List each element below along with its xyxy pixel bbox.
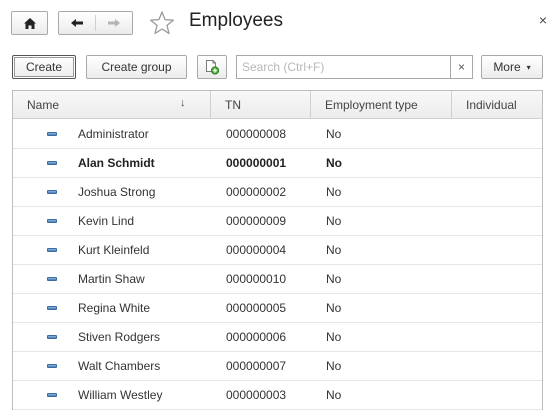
home-icon xyxy=(23,17,36,29)
cell-employment-type: No xyxy=(326,214,342,228)
cell-name: William Westley xyxy=(78,388,163,402)
forward-button[interactable] xyxy=(96,12,132,34)
cell-tn: 000000004 xyxy=(226,243,287,257)
cell-tn: 000000002 xyxy=(226,185,287,199)
history-navigation xyxy=(58,11,133,35)
home-button[interactable] xyxy=(11,11,48,35)
cell-tn: 000000007 xyxy=(226,359,287,373)
element-dash-icon xyxy=(47,265,57,293)
table-row[interactable]: Kurt Kleinfeld 000000004 No xyxy=(13,236,542,265)
create-button[interactable]: Create xyxy=(12,55,76,79)
cell-employment-type: No xyxy=(326,359,342,373)
element-dash-icon xyxy=(47,381,57,409)
table-row[interactable]: Walt Chambers 000000007 No xyxy=(13,352,542,381)
arrow-right-icon xyxy=(108,19,120,27)
table-row[interactable]: William Westley 000000003 No xyxy=(13,381,542,410)
table-row[interactable]: Joshua Strong 000000002 No xyxy=(13,178,542,207)
search-clear-button[interactable]: × xyxy=(450,55,473,79)
element-dash-icon xyxy=(47,236,57,264)
element-dash-icon xyxy=(47,120,57,148)
cell-employment-type: No xyxy=(326,243,342,257)
create-group-button[interactable]: Create group xyxy=(86,55,187,79)
column-header-individual[interactable]: Individual xyxy=(452,91,542,119)
copy-document-icon xyxy=(206,60,220,75)
element-dash-icon-shape xyxy=(47,132,57,136)
cell-tn: 000000003 xyxy=(226,388,287,402)
cell-name: Kurt Kleinfeld xyxy=(78,243,150,257)
element-dash-icon xyxy=(47,178,57,206)
cell-employment-type: No xyxy=(326,272,342,286)
cell-name: Regina White xyxy=(78,301,151,315)
close-icon[interactable]: × xyxy=(539,12,547,28)
cell-employment-type: No xyxy=(326,156,342,170)
cell-name: Walt Chambers xyxy=(78,359,161,373)
element-dash-icon-shape xyxy=(47,335,57,339)
element-dash-icon-shape xyxy=(47,190,57,194)
copy-button[interactable] xyxy=(197,55,227,79)
cell-name: Martin Shaw xyxy=(78,272,145,286)
cell-tn: 000000008 xyxy=(226,127,287,141)
element-dash-icon xyxy=(47,149,57,177)
cell-employment-type: No xyxy=(326,127,342,141)
cell-name: Kevin Lind xyxy=(78,214,135,228)
employees-table: Name ↓ TN Employment type Individual Adm… xyxy=(12,90,543,410)
more-label: More xyxy=(493,60,521,74)
column-header-employment-type[interactable]: Employment type xyxy=(311,91,452,119)
element-dash-icon-shape xyxy=(47,161,57,165)
sort-descending-icon: ↓ xyxy=(180,97,186,109)
cell-employment-type: No xyxy=(326,330,342,344)
cell-name: Joshua Strong xyxy=(78,185,156,199)
table-row[interactable]: Regina White 000000005 No xyxy=(13,294,542,323)
cell-employment-type: No xyxy=(326,301,342,315)
element-dash-icon-shape xyxy=(47,277,57,281)
cell-employment-type: No xyxy=(326,388,342,402)
search-input[interactable] xyxy=(236,55,450,79)
cell-name: Stiven Rodgers xyxy=(78,330,161,344)
element-dash-icon xyxy=(47,207,57,235)
cell-name: Administrator xyxy=(78,127,149,141)
table-row[interactable]: Stiven Rodgers 000000006 No xyxy=(13,323,542,352)
back-button[interactable] xyxy=(59,12,95,34)
element-dash-icon-shape xyxy=(47,219,57,223)
element-dash-icon xyxy=(47,323,57,351)
element-dash-icon xyxy=(47,352,57,380)
cell-tn: 000000010 xyxy=(226,272,287,286)
arrow-left-icon xyxy=(71,19,83,27)
cell-tn: 000000006 xyxy=(226,330,287,344)
cell-name: Alan Schmidt xyxy=(78,156,155,170)
page-title: Employees xyxy=(189,10,283,31)
element-dash-icon-shape xyxy=(47,248,57,252)
element-dash-icon-shape xyxy=(47,364,57,368)
table-row[interactable]: Martin Shaw 000000010 No xyxy=(13,265,542,294)
star-icon[interactable] xyxy=(149,10,175,36)
table-row[interactable]: Alan Schmidt 000000001 No xyxy=(13,149,542,178)
element-dash-icon xyxy=(47,294,57,322)
cell-tn: 000000001 xyxy=(226,156,287,170)
cell-tn: 000000009 xyxy=(226,214,287,228)
table-header: Name ↓ TN Employment type Individual xyxy=(13,91,542,119)
column-header-tn[interactable]: TN xyxy=(211,91,311,119)
element-dash-icon-shape xyxy=(47,306,57,310)
table-row[interactable]: Kevin Lind 000000009 No xyxy=(13,207,542,236)
more-button[interactable]: More ▾ xyxy=(481,55,543,79)
cell-tn: 000000005 xyxy=(226,301,287,315)
cell-employment-type: No xyxy=(326,185,342,199)
chevron-down-icon: ▾ xyxy=(526,62,531,72)
table-row[interactable]: Administrator 000000008 No xyxy=(13,120,542,149)
element-dash-icon-shape xyxy=(47,393,57,397)
search-field: × xyxy=(236,55,473,79)
